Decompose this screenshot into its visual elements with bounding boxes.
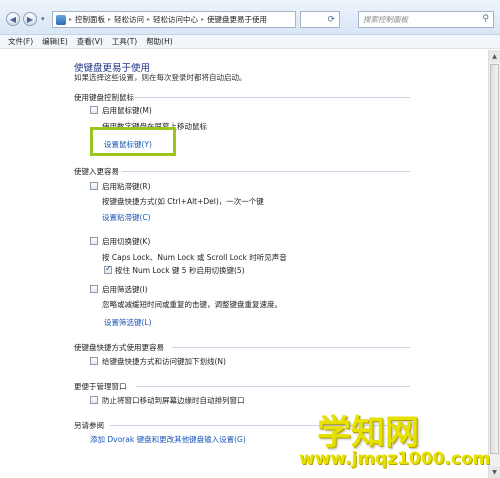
section-heading-see-also: 另请参阅 — [74, 421, 104, 430]
section-heading-typing: 使键入更容易 — [74, 167, 119, 176]
section-divider — [122, 171, 410, 172]
breadcrumb[interactable]: ▸ 控制面板 ▸ 轻松访问 ▸ 轻松访问中心 ▸ 使键盘更易于使用 — [52, 11, 296, 28]
section-divider — [134, 97, 410, 98]
address-bar: ◀ ▶ ▾ ▸ 控制面板 ▸ 轻松访问 ▸ 轻松访问中心 ▸ 使键盘更易于使用 … — [0, 0, 500, 35]
section-divider — [172, 347, 410, 348]
filter-keys-checkbox[interactable] — [90, 285, 98, 293]
prevent-snap-label: 防止将窗口移动到屏幕边缘时自动排列窗口 — [102, 396, 245, 405]
breadcrumb-current-page[interactable]: 使键盘更易于使用 — [207, 14, 267, 25]
menu-tools[interactable]: 工具(T) — [112, 36, 137, 47]
page-subtitle: 如果选择这些设置，则在每次登录时都将自动启动。 — [74, 73, 247, 82]
watermark-brand: 学知网 — [317, 413, 419, 453]
menu-file[interactable]: 文件(F) — [8, 36, 33, 47]
content-area — [0, 50, 500, 478]
forward-button[interactable]: ▶ — [23, 12, 37, 26]
search-icon[interactable]: ⚲ — [482, 14, 489, 24]
section-heading-windows: 更便于管理窗口 — [74, 382, 127, 391]
scroll-up-arrow-icon[interactable]: ▲ — [489, 50, 500, 62]
breadcrumb-ease-of-access-center[interactable]: 轻松访问中心 — [153, 14, 198, 25]
prevent-snap-checkbox[interactable] — [90, 396, 98, 404]
section-divider — [136, 386, 410, 387]
sticky-keys-description: 按键盘快捷方式(如 Ctrl+Alt+Del)，一次一个键 — [102, 197, 264, 206]
control-panel-icon — [56, 14, 66, 25]
menu-edit[interactable]: 编辑(E) — [42, 36, 68, 47]
search-input[interactable]: 搜索控制面板 ⚲ — [358, 11, 494, 28]
sticky-keys-label: 启用粘滞键(R) — [102, 182, 151, 191]
setup-sticky-keys-link[interactable]: 设置粘滞键(C) — [102, 212, 151, 223]
underline-shortcuts-label: 给键盘快捷方式和访问键加下划线(N) — [102, 357, 226, 366]
section-heading-mouse: 使用键盘控制鼠标 — [74, 93, 134, 102]
scrollbar-thumb[interactable] — [490, 64, 499, 454]
back-button[interactable]: ◀ — [6, 12, 20, 26]
scroll-down-arrow-icon[interactable]: ▼ — [489, 466, 500, 478]
toggle-keys-numlock-checkbox[interactable] — [104, 264, 112, 274]
highlight-box — [90, 127, 176, 156]
menu-help[interactable]: 帮助(H) — [146, 36, 173, 47]
search-placeholder: 搜索控制面板 — [363, 15, 408, 24]
mouse-keys-label: 启用鼠标键(M) — [102, 106, 152, 115]
filter-keys-description: 忽略或减缓短时间或重复的击键，调整键盘重复速度。 — [102, 300, 282, 309]
dvorak-keyboard-link[interactable]: 添加 Dvorak 键盘和更改其他键盘输入设置(G) — [90, 434, 246, 445]
menu-view[interactable]: 查看(V) — [77, 36, 103, 47]
toggle-keys-numlock-label: 按住 Num Lock 键 5 秒启用切换键(5) — [115, 266, 245, 275]
recent-pages-chevron-icon[interactable]: ▾ — [41, 15, 45, 23]
refresh-icon: ⟳ — [327, 14, 335, 25]
breadcrumb-ease-of-access[interactable]: 轻松访问 — [114, 14, 144, 25]
toggle-keys-checkbox[interactable] — [90, 237, 98, 245]
filter-keys-label: 启用筛选键(I) — [102, 285, 148, 294]
sticky-keys-checkbox[interactable] — [90, 182, 98, 190]
refresh-button[interactable]: ⟳ — [300, 11, 340, 28]
watermark-url: www.jmqz1000.com — [299, 449, 491, 469]
mouse-keys-checkbox[interactable] — [90, 106, 98, 114]
toggle-keys-description: 按 Caps Lock、Num Lock 或 Scroll Lock 时听见声音 — [102, 253, 287, 262]
underline-shortcuts-checkbox[interactable] — [90, 357, 98, 365]
menu-bar: 文件(F) 编辑(E) 查看(V) 工具(T) 帮助(H) — [0, 35, 500, 49]
setup-filter-keys-link[interactable]: 设置筛选键(L) — [104, 317, 152, 328]
breadcrumb-control-panel[interactable]: 控制面板 — [75, 14, 105, 25]
vertical-scrollbar[interactable]: ▲ ▼ — [488, 50, 500, 478]
toggle-keys-label: 启用切换键(K) — [102, 237, 151, 246]
section-heading-shortcuts: 使键盘快捷方式使用更容易 — [74, 343, 164, 352]
